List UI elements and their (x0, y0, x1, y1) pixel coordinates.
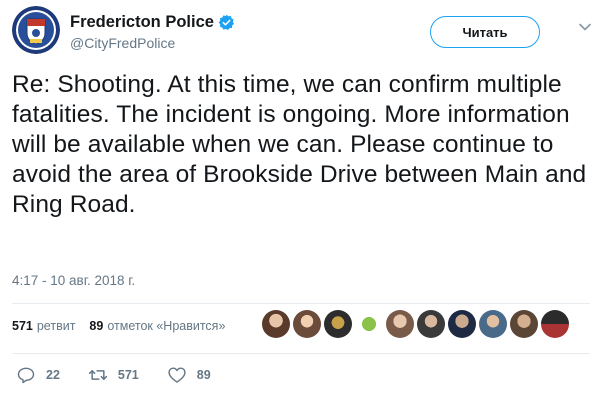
reply-count: 22 (46, 368, 60, 382)
tweet-header: Fredericton Police @CityFredPolice Читат… (12, 6, 592, 56)
liker-avatar[interactable] (541, 310, 569, 338)
liker-avatar[interactable] (355, 310, 383, 338)
likers-avatars (262, 310, 569, 338)
retweets-stat[interactable]: 571 ретвит (12, 319, 75, 333)
follow-button[interactable]: Читать (430, 16, 540, 48)
liker-avatar[interactable] (510, 310, 538, 338)
likes-stat[interactable]: 89 отметок «Нравится» (89, 319, 225, 333)
liker-avatar[interactable] (262, 310, 290, 338)
author-name[interactable]: Fredericton Police (70, 13, 235, 32)
retweets-stat-label: ретвит (36, 319, 76, 333)
likes-stat-count: 89 (89, 319, 104, 333)
retweets-stat-count: 571 (12, 319, 33, 333)
tweet-actions: 22 571 89 (12, 361, 239, 389)
retweet-count: 571 (117, 368, 139, 382)
liker-avatar[interactable] (417, 310, 445, 338)
likes-stat-label: отметок «Нравится» (107, 319, 226, 333)
heart-icon (168, 367, 186, 383)
chevron-down-icon[interactable] (578, 20, 592, 34)
reply-button[interactable]: 22 (16, 365, 60, 385)
liker-avatar[interactable] (448, 310, 476, 338)
like-button[interactable]: 89 (167, 365, 211, 385)
divider (12, 353, 590, 354)
tweet-text: Re: Shooting. At this time, we can confi… (12, 71, 587, 218)
avatar[interactable] (12, 6, 60, 54)
liker-avatar[interactable] (293, 310, 321, 338)
reply-icon (17, 367, 35, 384)
verified-badge-icon (218, 14, 234, 30)
author-name-label: Fredericton Police (70, 13, 214, 31)
tweet-timestamp[interactable]: 4:17 - 10 авг. 2018 г. (12, 273, 135, 288)
divider (12, 303, 590, 304)
author-handle[interactable]: @CityFredPolice (70, 35, 175, 51)
liker-avatar[interactable] (324, 310, 352, 338)
retweet-icon (88, 370, 107, 380)
liker-avatar[interactable] (479, 310, 507, 338)
like-count: 89 (196, 368, 211, 382)
police-crest-icon (12, 6, 60, 54)
tweet-stats: 571 ретвит 89 отметок «Нравится» (12, 319, 225, 333)
retweet-button[interactable]: 571 (88, 365, 139, 385)
liker-avatar[interactable] (386, 310, 414, 338)
